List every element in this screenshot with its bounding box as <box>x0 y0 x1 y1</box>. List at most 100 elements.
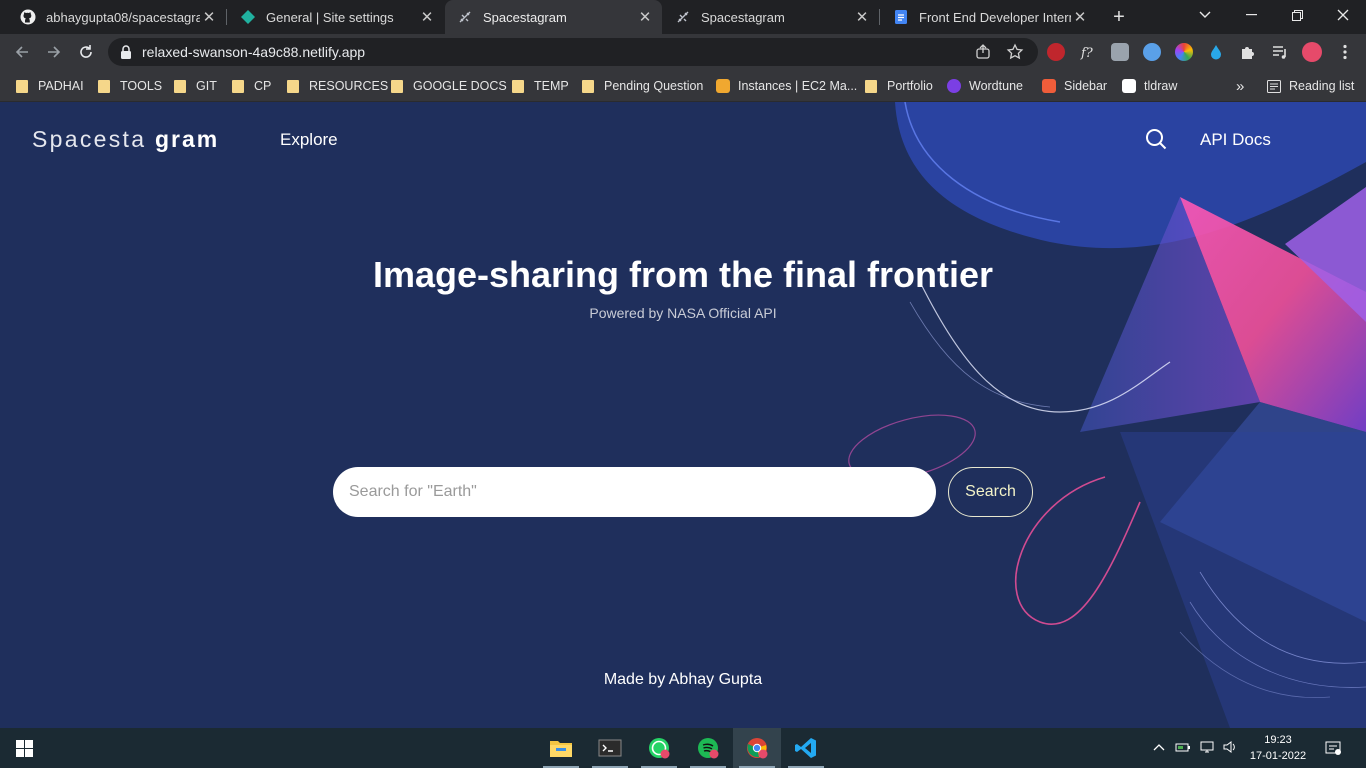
ublock-icon[interactable] <box>1047 43 1065 61</box>
site-icon <box>675 9 691 25</box>
sidebar-icon <box>1042 79 1056 93</box>
folder-icon <box>16 79 28 93</box>
spacestagram-page: Spacesta gram Explore API Docs Image-sha… <box>0 102 1366 728</box>
bookmark-folder[interactable]: TEMP <box>512 76 569 96</box>
new-tab-button[interactable]: + <box>1108 6 1130 28</box>
bookmark-star-icon[interactable] <box>1006 43 1024 61</box>
notifications-icon[interactable] <box>1325 740 1341 756</box>
reload-icon[interactable] <box>74 40 98 64</box>
search-input[interactable] <box>333 467 936 517</box>
folder-icon <box>865 79 877 93</box>
folder-icon <box>582 79 594 93</box>
browser-toolbar: relaxed-swanson-4a9c88.netlify.app f? <box>0 34 1366 70</box>
folder-icon <box>98 79 110 93</box>
netlify-icon <box>240 9 256 25</box>
hero-subtitle: Powered by NASA Official API <box>589 305 777 321</box>
taskbar-clock[interactable]: 19:23 17-01-2022 <box>1248 732 1308 764</box>
water-drop-icon[interactable] <box>1207 43 1225 61</box>
tab-divider <box>879 9 880 25</box>
tab-title: Front End Developer Intern C <box>919 9 1071 25</box>
more-menu-icon[interactable] <box>1336 43 1354 61</box>
speaker-icon[interactable] <box>1222 740 1238 756</box>
folder-icon <box>232 79 244 93</box>
clock-date: 17-01-2022 <box>1249 750 1307 762</box>
tab-spacestagram[interactable]: Spacestagram ✕ <box>663 0 879 34</box>
window-close-icon[interactable] <box>1320 0 1366 30</box>
tab-github[interactable]: abhaygupta08/spacestagram ✕ <box>8 0 226 34</box>
restore-icon[interactable] <box>1274 0 1320 30</box>
bookmarks-overflow-button[interactable]: » <box>1236 76 1244 96</box>
tab-strip: abhaygupta08/spacestagram ✕ General | Si… <box>0 0 1366 34</box>
back-arrow-icon[interactable] <box>10 40 34 64</box>
close-icon[interactable]: ✕ <box>853 8 871 26</box>
bookmark-folder[interactable]: TOOLS <box>98 76 162 96</box>
media-queue-icon[interactable] <box>1271 43 1289 61</box>
bookmark-link[interactable]: Wordtune <box>947 76 1023 96</box>
battery-icon[interactable] <box>1175 740 1191 756</box>
tab-google-doc[interactable]: Front End Developer Intern C ✕ <box>881 0 1097 34</box>
site-logo[interactable]: Spacesta gram <box>32 126 219 153</box>
site-icon <box>457 9 473 25</box>
address-bar[interactable]: relaxed-swanson-4a9c88.netlify.app <box>108 38 1038 66</box>
folder-icon <box>391 79 403 93</box>
chevron-up-icon[interactable] <box>1152 740 1168 756</box>
forward-arrow-icon[interactable] <box>42 40 66 64</box>
github-icon <box>20 9 36 25</box>
tldraw-icon <box>1122 79 1136 93</box>
tab-title: abhaygupta08/spacestagram <box>46 9 200 25</box>
network-icon[interactable] <box>1199 740 1215 756</box>
tab-spacestagram-active[interactable]: Spacestagram ✕ <box>445 0 662 34</box>
bookmark-link[interactable]: Instances | EC2 Ma... <box>716 76 857 96</box>
reading-list-icon <box>1267 79 1281 93</box>
bookmark-link[interactable]: Sidebar <box>1042 76 1107 96</box>
tab-netlify[interactable]: General | Site settings ✕ <box>228 0 444 34</box>
windows-taskbar: 19:23 17-01-2022 <box>0 728 1366 768</box>
bookmark-folder[interactable]: Portfolio <box>865 76 933 96</box>
terminal-icon[interactable] <box>586 728 634 768</box>
bookmark-folder[interactable]: GIT <box>174 76 217 96</box>
search-icon[interactable] <box>1145 128 1167 155</box>
bookmark-folder[interactable]: RESOURCES <box>287 76 388 96</box>
folder-icon <box>174 79 186 93</box>
folder-icon <box>287 79 299 93</box>
spotify-icon[interactable] <box>684 728 732 768</box>
close-icon[interactable]: ✕ <box>636 8 654 26</box>
puzzle-extensions-icon[interactable] <box>1239 43 1257 61</box>
color-picker-icon[interactable] <box>1175 43 1193 61</box>
windows-start-icon[interactable] <box>16 740 33 762</box>
google-docs-icon <box>893 9 909 25</box>
minimize-icon[interactable] <box>1228 0 1274 30</box>
vscode-icon[interactable] <box>782 728 830 768</box>
folder-icon <box>512 79 524 93</box>
extension-avatar-icon[interactable] <box>1111 43 1129 61</box>
chrome-icon[interactable] <box>733 728 781 768</box>
tab-search-chevron-icon[interactable] <box>1182 0 1228 30</box>
tab-divider <box>226 9 227 25</box>
hero-headline: Image-sharing from the final frontier <box>372 254 994 295</box>
profile-avatar-icon[interactable] <box>1302 42 1322 62</box>
close-icon[interactable]: ✕ <box>200 8 218 26</box>
bookmark-link[interactable]: tldraw <box>1122 76 1177 96</box>
reading-list-button[interactable]: Reading list <box>1267 76 1354 96</box>
bookmark-folder[interactable]: Pending Question <box>582 76 703 96</box>
bookmark-folder[interactable]: CP <box>232 76 271 96</box>
tab-title: General | Site settings <box>266 9 394 25</box>
nav-explore-link[interactable]: Explore <box>280 130 338 150</box>
tab-title: Spacestagram <box>701 9 785 25</box>
whatsapp-icon[interactable] <box>635 728 683 768</box>
extension-mt-icon[interactable] <box>1143 43 1161 61</box>
url-text: relaxed-swanson-4a9c88.netlify.app <box>142 44 366 60</box>
tab-title: Spacestagram <box>483 9 567 25</box>
bookmark-folder[interactable]: GOOGLE DOCS <box>391 76 507 96</box>
close-icon[interactable]: ✕ <box>1071 8 1089 26</box>
search-button[interactable]: Search <box>948 467 1033 517</box>
bookmark-folder[interactable]: PADHAI <box>16 76 84 96</box>
file-explorer-icon[interactable] <box>537 728 585 768</box>
wordtune-icon <box>947 79 961 93</box>
formula-icon[interactable]: f? <box>1079 43 1097 61</box>
bookmarks-bar: PADHAI TOOLS GIT CP RESOURCES GOOGLE DOC… <box>0 70 1366 102</box>
decorative-background-art <box>848 102 1366 728</box>
share-icon[interactable] <box>974 43 992 61</box>
nav-api-docs-link[interactable]: API Docs <box>1200 130 1271 150</box>
close-icon[interactable]: ✕ <box>418 8 436 26</box>
